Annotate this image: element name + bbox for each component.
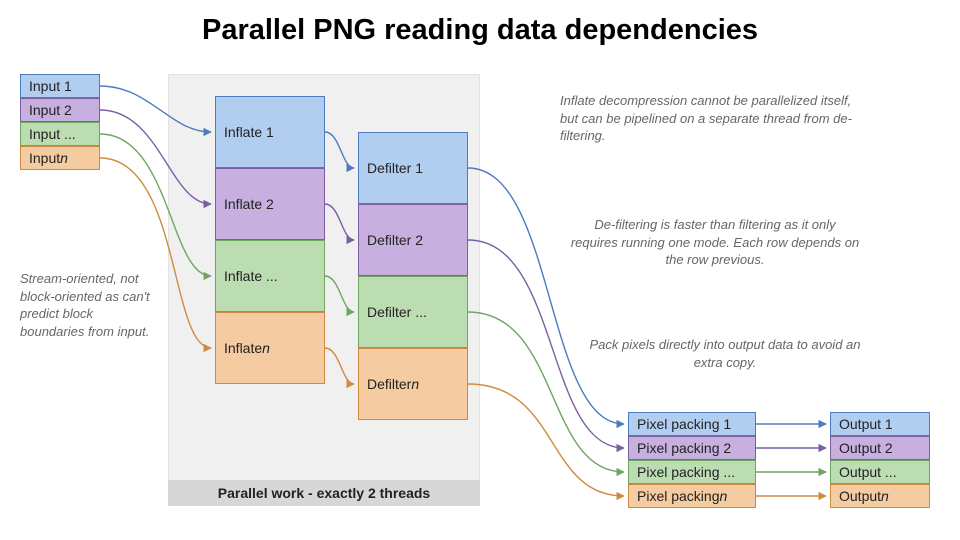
defilter-n: Defilter n bbox=[358, 348, 468, 420]
note-pack: Pack pixels directly into output data to… bbox=[580, 336, 870, 371]
note-defilter: De-filtering is faster than filtering as… bbox=[570, 216, 860, 269]
output-dots: Output ... bbox=[830, 460, 930, 484]
pixelpack-2: Pixel packing 2 bbox=[628, 436, 756, 460]
output-1: Output 1 bbox=[830, 412, 930, 436]
output-2: Output 2 bbox=[830, 436, 930, 460]
note-stream: Stream-oriented, not block-oriented as c… bbox=[20, 270, 160, 340]
pixelpack-n: Pixel packing n bbox=[628, 484, 756, 508]
diagram-title: Parallel PNG reading data dependencies bbox=[0, 14, 960, 47]
input-1: Input 1 bbox=[20, 74, 100, 98]
pixelpack-1: Pixel packing 1 bbox=[628, 412, 756, 436]
note-inflate: Inflate decompression cannot be parallel… bbox=[560, 92, 860, 145]
input-n: Input n bbox=[20, 146, 100, 170]
parallel-caption: Parallel work - exactly 2 threads bbox=[168, 480, 480, 506]
output-n: Output n bbox=[830, 484, 930, 508]
defilter-dots: Defilter ... bbox=[358, 276, 468, 348]
inflate-1: Inflate 1 bbox=[215, 96, 325, 168]
input-2: Input 2 bbox=[20, 98, 100, 122]
input-dots: Input ... bbox=[20, 122, 100, 146]
defilter-1: Defilter 1 bbox=[358, 132, 468, 204]
pixelpack-dots: Pixel packing ... bbox=[628, 460, 756, 484]
inflate-2: Inflate 2 bbox=[215, 168, 325, 240]
inflate-n: Inflate n bbox=[215, 312, 325, 384]
defilter-2: Defilter 2 bbox=[358, 204, 468, 276]
inflate-dots: Inflate ... bbox=[215, 240, 325, 312]
